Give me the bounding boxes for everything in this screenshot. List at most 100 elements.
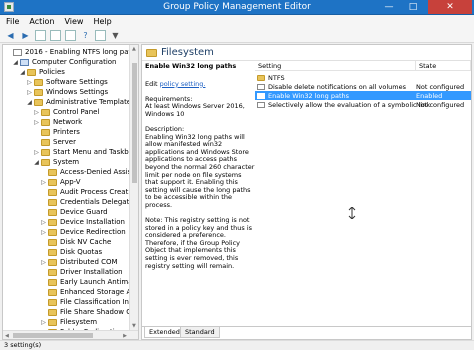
tree-node[interactable]: Credentials Delegatic [40, 197, 135, 207]
list-row[interactable]: Selectively allow the evaluation of a sy… [255, 100, 471, 109]
expand-arrow-icon[interactable]: ▷ [33, 149, 40, 156]
folder-icon [41, 158, 50, 166]
expand-arrow-icon[interactable]: ▷ [33, 109, 40, 116]
tree-node[interactable]: ▷ Start Menu and Taskbar [33, 147, 136, 157]
tree-node[interactable]: Early Launch Antima [40, 277, 133, 287]
tree-node[interactable]: ▷ Distributed COM [40, 257, 118, 267]
tree-node[interactable]: Printers [33, 127, 80, 137]
tree-node[interactable]: ▷ Filesystem [40, 317, 97, 327]
edit-policy-link[interactable]: policy setting. [160, 80, 206, 88]
menu-bar: File Action View Help [0, 15, 474, 28]
settings-list[interactable]: Setting State NTFS Disable delete notific… [255, 61, 471, 321]
tab-standard[interactable]: Standard [180, 327, 220, 338]
setting-title: Enable Win32 long paths [145, 62, 237, 70]
tree-node[interactable]: ◢ Administrative Templates: P [26, 97, 138, 107]
expand-arrow-icon[interactable]: ▷ [40, 259, 47, 266]
tree-node[interactable]: Driver Installation [40, 267, 123, 277]
tree-node[interactable]: ◢ System [33, 157, 79, 167]
expand-arrow-icon[interactable]: ▷ [26, 89, 33, 96]
tree-node[interactable]: ▷ Device Redirection [40, 227, 126, 237]
policy-tree[interactable]: 2016 - Enabling NTFS long paths [NET3 ◢ Co… [2, 44, 139, 340]
tree-node[interactable]: Device Guard [40, 207, 108, 217]
folder-icon [48, 278, 57, 286]
tree-node-label: App-V [60, 178, 81, 186]
menu-help[interactable]: Help [93, 17, 111, 26]
properties-icon[interactable] [50, 29, 61, 41]
tree-node[interactable]: Server [33, 137, 76, 147]
back-icon[interactable]: ◀ [5, 30, 16, 41]
tree-horizontal-scrollbar[interactable]: ◀ ▶ [3, 330, 138, 339]
list-row[interactable]: Disable delete notifications on all volu… [255, 82, 471, 91]
column-header-state[interactable]: State [416, 61, 471, 71]
tree-node[interactable]: 2016 - Enabling NTFS long paths [NET3 [5, 47, 138, 57]
expand-arrow-icon[interactable]: ▷ [40, 219, 47, 226]
tree-node[interactable]: File Share Shadow Cc [40, 307, 135, 317]
tree-node-label: Device Redirection [60, 228, 126, 236]
expand-arrow-icon[interactable]: ◢ [33, 159, 40, 166]
tree-node[interactable]: ▷ Network [33, 117, 82, 127]
menu-file[interactable]: File [6, 17, 19, 26]
tree-node[interactable]: Audit Process Creatic [40, 187, 134, 197]
setting-icon [257, 101, 265, 108]
tree-node-label: Distributed COM [60, 258, 118, 266]
tree-vertical-scrollbar[interactable]: ▲ ▼ [129, 45, 138, 330]
menu-view[interactable]: View [64, 17, 83, 26]
forward-icon[interactable]: ▶ [20, 30, 31, 41]
row-state: Not configured [416, 100, 465, 109]
expand-arrow-icon[interactable]: ◢ [26, 99, 33, 106]
folder-icon [48, 258, 57, 266]
tree-node[interactable]: Disk Quotas [40, 247, 102, 257]
tree-node[interactable]: ◢ Policies [19, 67, 65, 77]
folder-icon [48, 318, 57, 326]
expand-arrow-icon[interactable]: ▷ [40, 319, 47, 326]
column-setting-label: Setting [258, 61, 282, 70]
expand-arrow-icon[interactable]: ◢ [12, 59, 19, 66]
show-hide-tree-icon[interactable] [35, 29, 46, 41]
expand-arrow-icon[interactable]: ▷ [26, 79, 33, 86]
tree-node[interactable]: ▷ Software Settings [26, 77, 108, 87]
list-row[interactable]: Enable Win32 long paths Enabled [255, 91, 471, 100]
policy-icon [13, 48, 22, 56]
list-row[interactable]: NTFS [255, 73, 471, 82]
tree-node[interactable]: ▷ Control Panel [33, 107, 99, 117]
tree-node-label: Driver Installation [60, 268, 123, 276]
view-icon[interactable] [95, 29, 106, 41]
maximize-button[interactable]: □ [402, 0, 424, 14]
menu-action[interactable]: Action [29, 17, 54, 26]
tree-node[interactable]: Enhanced Storage Ac [40, 287, 135, 297]
expand-arrow-icon[interactable]: ▷ [40, 229, 47, 236]
tree-node-label: Policies [39, 68, 65, 76]
tab-extended[interactable]: Extended [144, 327, 185, 338]
tree-node[interactable]: ▷ Windows Settings [26, 87, 108, 97]
row-setting-name: NTFS [268, 73, 285, 82]
tree-node[interactable]: ◢ Computer Configuration [12, 57, 116, 67]
edit-prefix: Edit [145, 79, 160, 88]
folder-icon [41, 138, 50, 146]
close-button[interactable]: ✕ [428, 0, 472, 14]
expand-arrow-icon[interactable]: ▷ [33, 119, 40, 126]
tree-node[interactable]: File Classification Inf [40, 297, 131, 307]
folder-icon [48, 268, 57, 276]
tree-node[interactable]: Disk NV Cache [40, 237, 111, 247]
folder-icon [41, 118, 50, 126]
folder-icon [48, 208, 57, 216]
expand-arrow-icon[interactable]: ◢ [19, 69, 26, 76]
filter-icon[interactable]: ▼ [110, 30, 121, 41]
tree-node-label: File Share Shadow Cc [60, 308, 135, 316]
expand-arrow-icon[interactable]: ▷ [40, 179, 47, 186]
minimize-button[interactable]: — [378, 0, 400, 14]
tree-node-label: Enhanced Storage Ac [60, 288, 135, 296]
help-icon[interactable]: ? [80, 30, 91, 41]
export-list-icon[interactable] [65, 29, 76, 41]
tree-node[interactable]: ▷ App-V [40, 177, 81, 187]
row-setting-cell: NTFS [257, 74, 285, 82]
tree-node[interactable]: ▷ Device Installation [40, 217, 125, 227]
folder-icon [48, 168, 57, 176]
tree-node-label: Filesystem [60, 318, 98, 326]
folder-icon [41, 148, 50, 156]
tree-node-label: Credentials Delegatic [60, 198, 136, 206]
tree-node[interactable]: Access-Denied Assist [40, 167, 134, 177]
extended-description: Enable Win32 long paths Edit policy sett… [142, 61, 255, 321]
row-setting-cell: Enable Win32 long paths [257, 92, 349, 100]
column-header-setting[interactable]: Setting [255, 61, 416, 71]
